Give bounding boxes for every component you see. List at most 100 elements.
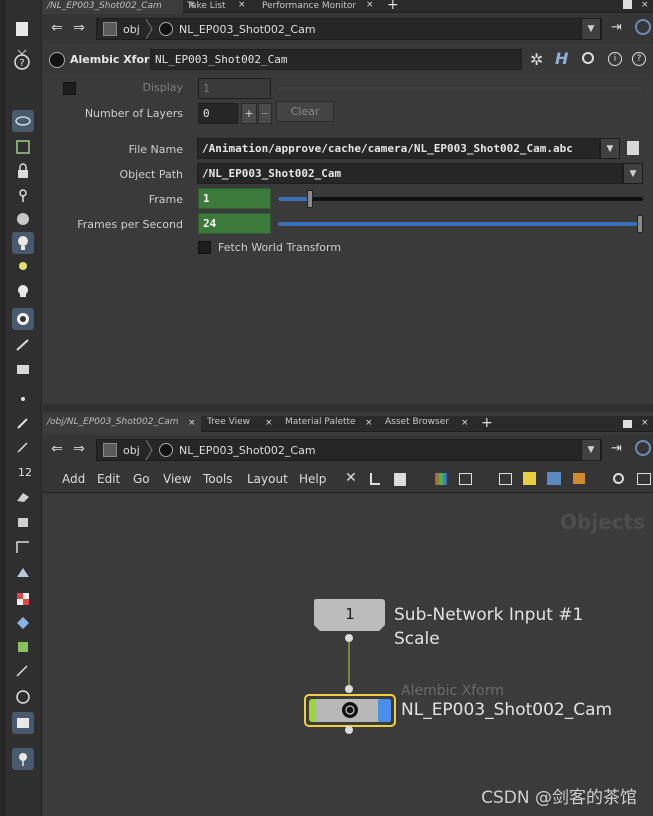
list-icon[interactable] (394, 473, 406, 486)
close-icon[interactable]: × (238, 0, 246, 10)
close-icon[interactable]: × (366, 0, 374, 10)
wand-icon[interactable] (12, 660, 34, 682)
add-layer-button[interactable]: + (241, 103, 257, 124)
input-connector[interactable] (345, 685, 353, 693)
checker-icon[interactable] (12, 588, 34, 610)
menu-edit[interactable]: Edit (97, 472, 120, 486)
fps-slider-knob[interactable] (637, 215, 643, 233)
pin-icon[interactable]: ⇥ (611, 20, 622, 35)
camera-tool-icon[interactable] (12, 308, 34, 330)
display-options-icon[interactable] (637, 473, 651, 485)
search-icon[interactable] (613, 473, 624, 484)
crumb-node[interactable]: NL_EP003_Shot002_Cam (179, 22, 316, 37)
grid-icon[interactable] (459, 473, 472, 485)
circle-tool-icon[interactable] (12, 686, 34, 708)
link-icon[interactable] (635, 19, 651, 35)
fetch-world-transform-checkbox[interactable] (198, 241, 211, 254)
close-icon[interactable]: × (365, 418, 373, 428)
pin-tool-icon[interactable] (12, 748, 34, 770)
select-tool-icon[interactable] (12, 136, 34, 158)
forward-icon[interactable]: ⇒ (71, 20, 87, 36)
network-box-icon[interactable] (499, 473, 512, 485)
hand-icon[interactable] (12, 510, 34, 532)
crumb-obj[interactable]: obj (123, 22, 140, 37)
link-icon[interactable] (635, 440, 651, 456)
crumb-node[interactable]: NL_EP003_Shot002_Cam (179, 443, 316, 458)
color-grid-icon[interactable] (435, 473, 447, 485)
close-icon[interactable]: × (641, 0, 649, 10)
add-tab-icon[interactable]: + (481, 415, 493, 431)
image-icon[interactable] (547, 472, 561, 485)
pen-tool-icon[interactable] (12, 334, 34, 356)
path-dropdown[interactable]: ▼ (581, 18, 601, 40)
brush-icon[interactable] (12, 412, 34, 434)
tab-parameters[interactable]: /NL_EP003_Shot002_Cam (43, 0, 183, 13)
tree-layout-icon[interactable] (370, 473, 380, 485)
help-icon[interactable]: ? (632, 52, 646, 66)
back-icon[interactable]: ⇐ (49, 20, 65, 36)
corner-tool-icon[interactable] (12, 536, 34, 558)
menu-layout[interactable]: Layout (247, 472, 288, 486)
gear-icon[interactable]: ✲ (530, 50, 543, 69)
object-path-dropdown[interactable]: ▼ (623, 163, 643, 184)
close-icon[interactable]: × (188, 418, 196, 428)
frame-field[interactable]: 1 (198, 188, 271, 209)
close-icon[interactable]: × (265, 418, 273, 428)
image-tool-icon[interactable] (12, 712, 34, 734)
bulb-icon[interactable] (12, 256, 34, 278)
box-icon[interactable] (573, 473, 585, 484)
search-icon[interactable] (582, 52, 594, 64)
close-icon[interactable]: × (461, 418, 469, 428)
pane-menu-icon[interactable] (623, 0, 632, 9)
pane-splitter[interactable] (43, 404, 653, 412)
light-tool-icon[interactable] (12, 232, 34, 254)
tab-performance-monitor[interactable]: Performance Monitor (258, 0, 378, 13)
menu-view[interactable]: View (163, 472, 191, 486)
help-h-icon[interactable]: H (555, 49, 568, 68)
path-field[interactable]: obj NL_EP003_Shot002_Cam (96, 439, 602, 461)
fps-field[interactable]: 24 (198, 213, 271, 234)
display-flag[interactable] (378, 699, 391, 722)
menu-go[interactable]: Go (133, 472, 150, 486)
pane-menu-icon[interactable] (623, 420, 632, 428)
pin-icon[interactable]: ⇥ (611, 441, 622, 456)
file-browse-icon[interactable] (627, 141, 639, 155)
handle-tool-icon[interactable] (12, 208, 34, 230)
close-icon[interactable]: × (641, 418, 649, 428)
file-dropdown[interactable]: ▼ (600, 138, 620, 159)
file-name-field[interactable]: /Animation/approve/cache/camera/NL_EP003… (197, 138, 600, 159)
frame-slider-knob[interactable] (307, 190, 313, 208)
wrench-icon[interactable]: ✕ (345, 470, 357, 486)
path-dropdown[interactable]: ▼ (581, 439, 601, 461)
tab-network[interactable]: /obj/NL_EP003_Shot002_Cam (43, 416, 201, 432)
back-icon[interactable]: ⇐ (49, 441, 65, 457)
frame-slider-track[interactable] (278, 197, 643, 201)
paint-tool-icon[interactable] (12, 358, 34, 380)
eraser-icon[interactable] (12, 486, 34, 508)
diamond-icon[interactable] (12, 612, 34, 634)
number-icon[interactable]: 12 (12, 460, 34, 482)
display-field[interactable]: 1 (198, 78, 271, 99)
pose-tool-icon[interactable] (12, 184, 34, 206)
display-slider[interactable] (278, 87, 643, 91)
green-box-icon[interactable] (12, 636, 34, 658)
remove-layer-button[interactable]: − (258, 103, 272, 124)
output-connector[interactable] (345, 634, 353, 642)
clear-button[interactable]: Clear (276, 101, 334, 122)
info-icon[interactable]: i (608, 52, 622, 66)
menu-tools[interactable]: Tools (203, 472, 233, 486)
forward-icon[interactable]: ⇒ (71, 441, 87, 457)
dot-icon[interactable] (12, 388, 34, 410)
crumb-obj[interactable]: obj (123, 443, 140, 458)
add-tab-icon[interactable]: + (387, 0, 399, 13)
xform-output-connector[interactable] (345, 726, 353, 734)
path-field[interactable]: obj NL_EP003_Shot002_Cam (96, 18, 602, 40)
skull-icon[interactable] (12, 280, 34, 302)
wing-icon[interactable] (12, 562, 34, 584)
node-name-field[interactable]: NL_EP003_Shot002_Cam (150, 49, 522, 70)
layers-field[interactable]: 0 (198, 103, 238, 124)
tab-material-palette[interactable]: Material Palette (281, 416, 376, 432)
tab-asset-browser[interactable]: Asset Browser (381, 416, 461, 432)
needle-icon[interactable] (12, 436, 34, 458)
view-tool-icon[interactable] (12, 110, 34, 132)
